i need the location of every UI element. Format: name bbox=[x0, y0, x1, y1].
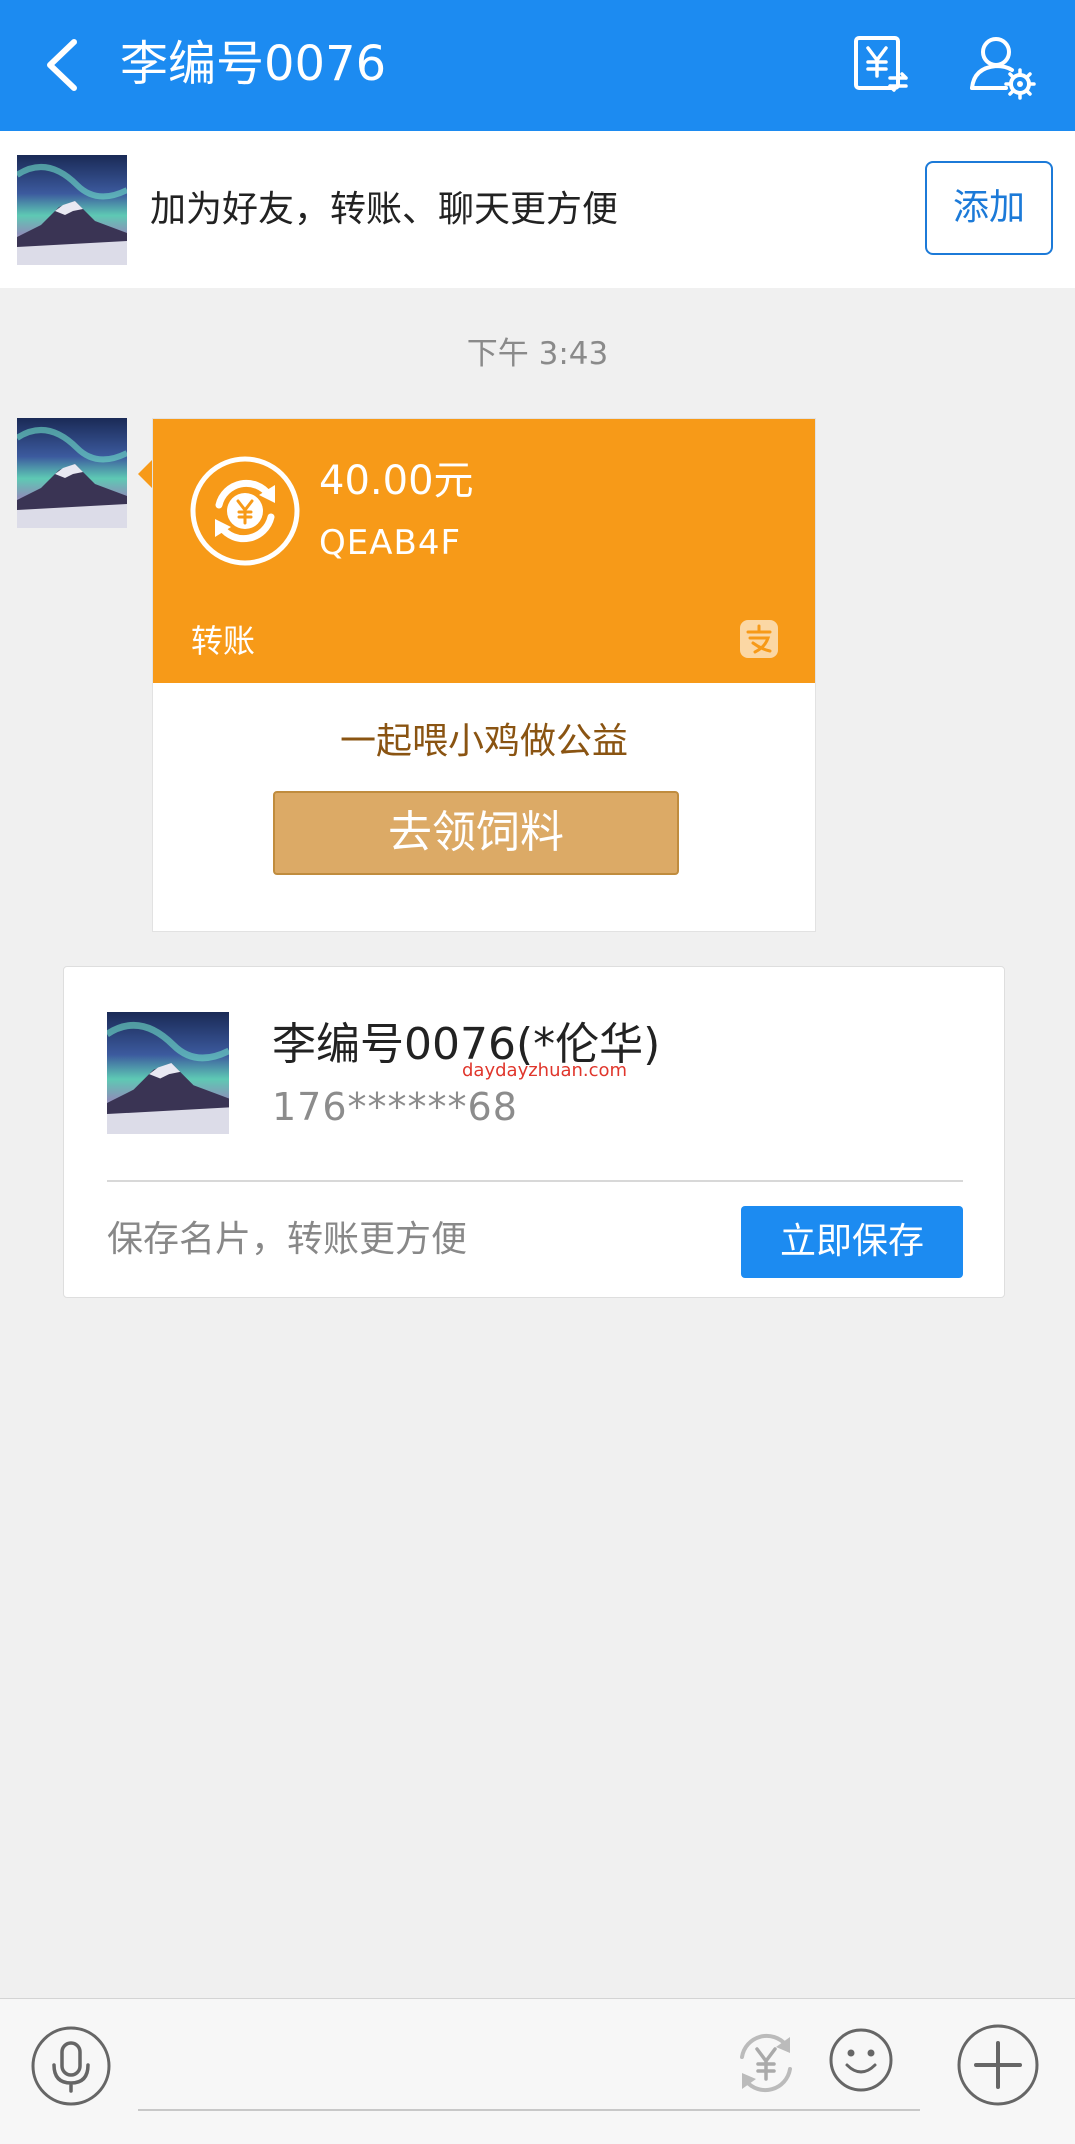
transfer-card-header[interactable]: 40.00元 QEAB4F 转账 bbox=[153, 419, 815, 683]
message-input-bar bbox=[0, 1998, 1075, 2144]
back-button[interactable] bbox=[36, 30, 96, 100]
quick-transfer-button[interactable] bbox=[730, 2027, 802, 2099]
yuan-transfer-icon bbox=[190, 456, 300, 566]
message-timestamp: 下午 3:43 bbox=[466, 336, 609, 372]
contact-avatar bbox=[107, 1012, 229, 1134]
user-settings-icon bbox=[970, 37, 1036, 100]
divider bbox=[107, 1180, 963, 1182]
bill-button[interactable] bbox=[846, 30, 916, 100]
emoji-icon bbox=[829, 2028, 893, 2092]
aurora-mountain-image bbox=[107, 1022, 229, 1134]
aurora-mountain-image bbox=[17, 164, 127, 265]
yuan-transfer-icon bbox=[740, 2033, 792, 2093]
get-feed-button[interactable]: 去领饲料 bbox=[273, 791, 679, 875]
plus-icon bbox=[957, 2024, 1039, 2106]
voice-button[interactable] bbox=[30, 2025, 112, 2107]
contact-phone: 176******68 bbox=[272, 1085, 518, 1129]
watermark-text: daydayzhuan.com bbox=[462, 1060, 628, 1081]
message-input[interactable] bbox=[138, 2019, 920, 2111]
microphone-icon bbox=[31, 2026, 111, 2106]
user-settings-button[interactable] bbox=[962, 30, 1042, 100]
transfer-label: 转账 bbox=[191, 622, 256, 660]
add-friend-text: 加为好友，转账、聊天更方便 bbox=[150, 189, 619, 230]
bill-transfer-icon bbox=[854, 36, 908, 92]
sender-avatar[interactable] bbox=[17, 418, 127, 528]
page-title: 李编号0076 bbox=[120, 36, 387, 92]
charity-promo-text: 一起喂小鸡做公益 bbox=[339, 721, 628, 762]
alipay-icon bbox=[740, 620, 778, 658]
contact-card[interactable]: 李编号0076(*伦华) daydayzhuan.com 176******68… bbox=[63, 966, 1005, 1298]
chevron-left-icon bbox=[47, 39, 77, 91]
avatar[interactable] bbox=[17, 155, 127, 265]
save-contact-hint: 保存名片，转账更方便 bbox=[107, 1219, 468, 1260]
top-bar: 李编号0076 bbox=[0, 0, 1075, 131]
transfer-memo: QEAB4F bbox=[319, 523, 462, 563]
emoji-button[interactable] bbox=[828, 2027, 894, 2093]
more-actions-button[interactable] bbox=[956, 2023, 1040, 2107]
save-contact-button[interactable]: 立即保存 bbox=[741, 1206, 963, 1278]
aurora-mountain-image bbox=[17, 427, 127, 528]
add-friend-button[interactable]: 添加 bbox=[925, 161, 1053, 255]
transfer-message-card[interactable]: 40.00元 QEAB4F 转账 一起喂小鸡做公益 去领饲料 bbox=[152, 418, 816, 932]
transfer-amount: 40.00元 bbox=[319, 458, 474, 504]
add-friend-banner: 加为好友，转账、聊天更方便 添加 bbox=[0, 131, 1075, 288]
